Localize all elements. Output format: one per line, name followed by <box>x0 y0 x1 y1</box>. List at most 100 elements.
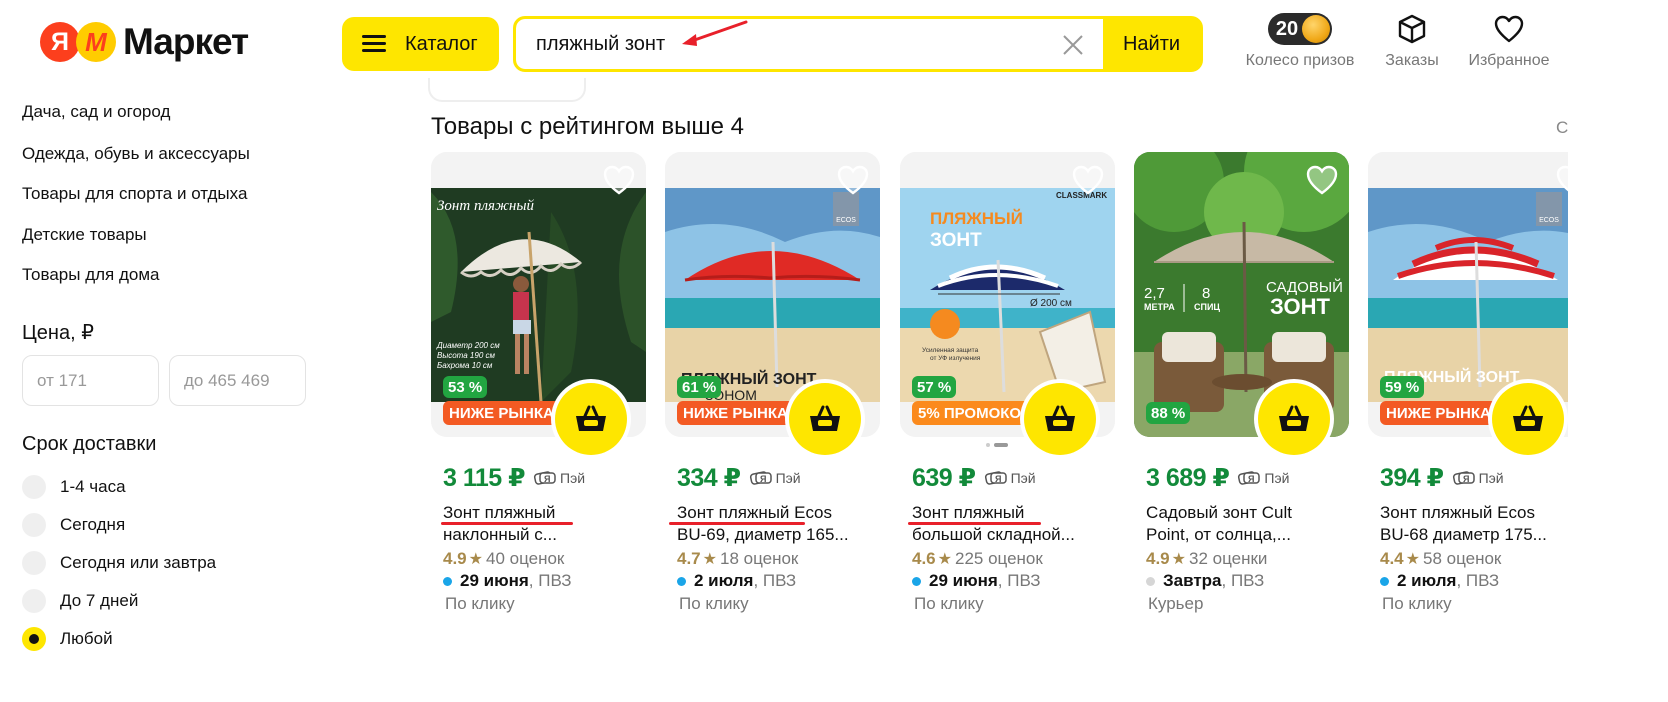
product-price: 3 689 ₽ <box>1146 464 1230 492</box>
category-link[interactable]: Дача, сад и огород <box>22 102 170 122</box>
pay-label: Пэй <box>1010 470 1036 486</box>
category-link[interactable]: Товары для дома <box>22 265 160 285</box>
favorites-label: Избранное <box>1468 52 1550 69</box>
rating-percent-badge: 53 % <box>443 376 488 398</box>
image-diameter: Ø 200 см <box>1030 298 1072 309</box>
rating-row: 4.6 ★ 225 оценок <box>912 549 1043 569</box>
rating-row: 4.9 ★ 32 оценки <box>1146 549 1267 569</box>
add-to-cart-button[interactable] <box>1024 383 1096 455</box>
add-to-cart-button[interactable] <box>1258 383 1330 455</box>
see-all-link[interactable]: С <box>1556 118 1568 138</box>
category-link[interactable]: Детские товары <box>22 225 147 245</box>
delivery-option-selected[interactable]: Любой <box>22 627 113 651</box>
orders-button[interactable]: Заказы <box>1382 12 1442 70</box>
catalog-button[interactable]: Каталог <box>342 17 499 71</box>
filter-pill[interactable] <box>428 78 586 102</box>
prize-wheel-button[interactable]: 20 Колесо призов <box>1244 12 1356 70</box>
add-to-cart-button[interactable] <box>555 383 627 455</box>
product-card[interactable]: CLASSMARK ПЛЯЖНЫЙ ЗОНТ Ø 200 см Усиленна… <box>900 152 1115 622</box>
favorites-button[interactable]: Избранное <box>1465 12 1553 70</box>
delivery-note: По клику <box>445 594 515 613</box>
box-icon <box>1398 14 1426 44</box>
reviews-count: 225 оценок <box>954 549 1043 568</box>
favorite-heart-icon[interactable] <box>1305 164 1339 196</box>
clear-icon[interactable] <box>1061 33 1085 57</box>
delivery-option[interactable]: Сегодня <box>22 513 125 537</box>
radio-button[interactable] <box>22 589 46 613</box>
prize-label: Колесо призов <box>1245 52 1355 69</box>
delivery-dot-icon <box>1146 576 1155 586</box>
image-spec-value: 2,7 <box>1144 285 1165 302</box>
product-name-line2: наклонный с... <box>443 525 557 544</box>
pay-badge: Я Пэй <box>749 470 801 486</box>
image-title-2: ЗОНТ <box>930 230 982 251</box>
product-name-line2: BU-69, диаметр 165... <box>677 525 849 544</box>
radio-button[interactable] <box>22 513 46 537</box>
price-row: 334 ₽ Я Пэй <box>677 463 801 493</box>
product-card[interactable]: ECOS ПЛЯЖНЫЙ ЗОНТ ЗОНОМ 61 % НИЖЕ РЫНКА … <box>665 152 880 622</box>
favorite-heart-icon[interactable] <box>602 164 636 196</box>
product-price: 334 ₽ <box>677 464 741 492</box>
search-button[interactable]: Найти <box>1103 19 1200 69</box>
category-link[interactable]: Одежда, обувь и аксессуары <box>22 144 250 164</box>
section-title: Товары с рейтингом выше 4 <box>431 113 745 140</box>
delivery-date: 29 июня <box>460 571 529 590</box>
image-spec-unit: МЕТРА <box>1144 302 1175 312</box>
delivery-date: Завтра <box>1163 571 1222 590</box>
product-card[interactable]: ECOS ПЛЯЖНЫЙ ЗОНТ 59 % НИЖЕ РЫНКА 394 ₽ … <box>1368 152 1568 622</box>
rating-percent-badge: 88 % <box>1146 402 1191 424</box>
radio-button-checked[interactable] <box>22 627 46 651</box>
image-title-2: ЗОНТ <box>1270 294 1330 319</box>
delivery-date: 2 июля <box>694 571 754 590</box>
rating-percent-badge: 61 % <box>677 376 722 398</box>
product-card[interactable]: 2,7 МЕТРА 8 СПИЦ САДОВЫЙ ЗОНТ 88 % 3 689… <box>1134 152 1349 622</box>
menu-icon <box>362 35 386 53</box>
delivery-option-label: До 7 дней <box>60 591 139 610</box>
delivery-row: 2 июля , ПВЗ <box>677 571 796 591</box>
star-icon: ★ <box>1405 551 1420 568</box>
star-icon: ★ <box>937 551 952 568</box>
basket-icon <box>1045 405 1075 431</box>
favorite-heart-icon[interactable] <box>1555 164 1568 196</box>
pay-label: Пэй <box>775 470 801 486</box>
svg-text:Я: Я <box>995 474 1001 484</box>
product-name[interactable]: Зонт пляжный Ecos BU-68 диаметр 175... <box>1380 502 1566 546</box>
favorite-heart-icon[interactable] <box>836 164 870 196</box>
delivery-option[interactable]: 1-4 часа <box>22 475 126 499</box>
price-from-input[interactable] <box>22 355 159 406</box>
add-to-cart-button[interactable] <box>1492 383 1564 455</box>
rating-value: 4.7 <box>677 549 701 568</box>
delivery-dot-icon <box>677 576 686 586</box>
star-icon: ★ <box>468 551 483 568</box>
annotation-underline <box>908 522 1041 525</box>
radio-button[interactable] <box>22 475 46 499</box>
search-bar: Найти <box>513 16 1203 72</box>
search-input[interactable] <box>516 19 1103 69</box>
price-to-input[interactable] <box>169 355 306 406</box>
product-price: 394 ₽ <box>1380 464 1444 492</box>
product-name-line1: Зонт пляжный Ecos <box>677 503 832 522</box>
prize-count: 20 <box>1275 17 1299 40</box>
image-caption: Зонт пляжный <box>437 198 535 214</box>
image-spec: Диаметр 200 см <box>436 341 500 350</box>
delivery-option[interactable]: Сегодня или завтра <box>22 551 216 575</box>
rating-value: 4.9 <box>1146 549 1170 568</box>
delivery-option[interactable]: До 7 дней <box>22 589 138 613</box>
promo-badge: 5% ПРОМОКОД <box>912 401 1038 425</box>
radio-button[interactable] <box>22 551 46 575</box>
delivery-row: Завтра , ПВЗ <box>1146 571 1264 591</box>
rating-value: 4.9 <box>443 549 467 568</box>
price-row: 394 ₽ Я Пэй <box>1380 463 1504 493</box>
svg-text:Я: Я <box>760 474 766 484</box>
market-logo[interactable]: Я M Маркет <box>40 21 249 63</box>
image-carousel-dots[interactable] <box>986 443 1008 447</box>
product-name-line1: Зонт пляжный <box>443 503 556 522</box>
basket-icon <box>576 405 606 431</box>
product-name[interactable]: Садовый зонт Cult Point, от солнца,... <box>1146 502 1346 546</box>
category-link[interactable]: Товары для спорта и отдыха <box>22 184 247 204</box>
product-card[interactable]: Зонт пляжный Диаметр 200 см Высота 190 с… <box>431 152 646 622</box>
add-to-cart-button[interactable] <box>789 383 861 455</box>
product-price: 639 ₽ <box>912 464 976 492</box>
favorite-heart-icon[interactable] <box>1071 164 1105 196</box>
delivery-place: , ПВЗ <box>1456 571 1500 590</box>
